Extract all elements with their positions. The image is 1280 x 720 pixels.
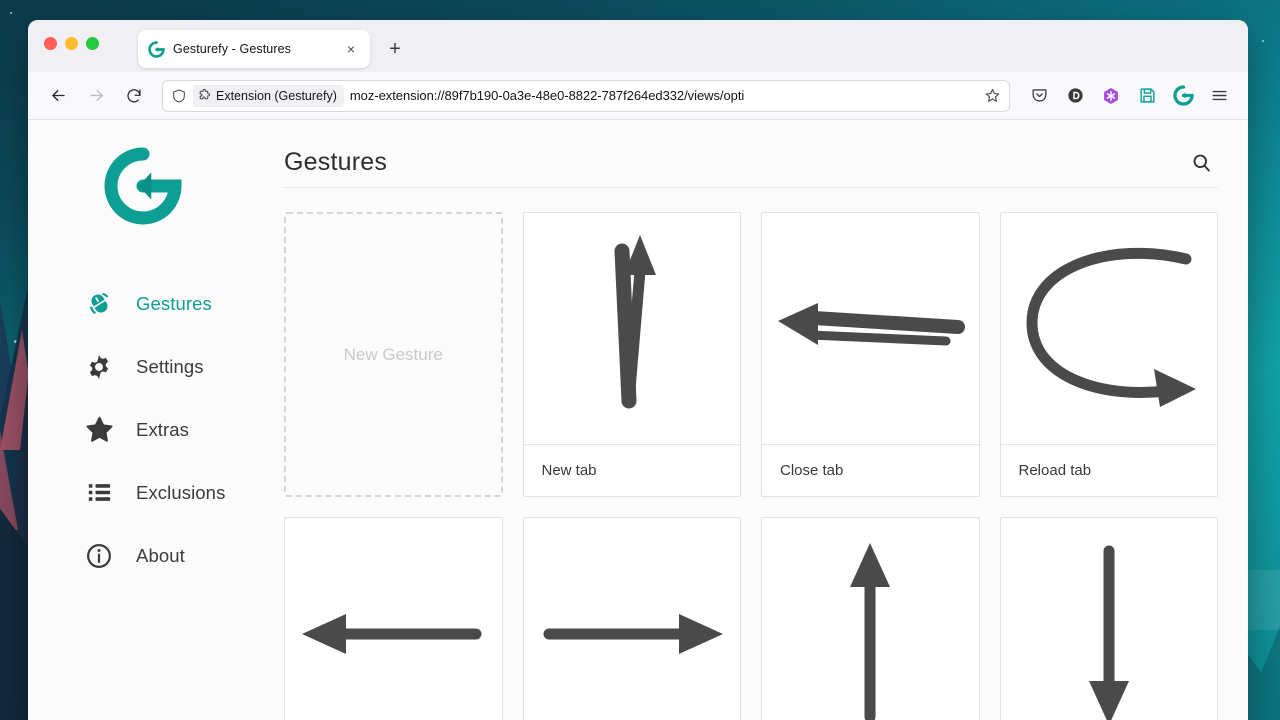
wallpaper-star bbox=[10, 12, 12, 14]
gesture-label: Close tab bbox=[762, 444, 979, 496]
extension-options-page: Gestures Settings Extras Exclusions Abou… bbox=[28, 120, 1248, 720]
extension-puzzle-icon bbox=[198, 88, 211, 104]
sidebar-item-label: Extras bbox=[136, 418, 190, 440]
star-icon bbox=[84, 415, 114, 445]
sidebar-item-label: About bbox=[136, 544, 185, 566]
sidebar-nav: Gestures Settings Extras Exclusions Abou… bbox=[28, 272, 258, 587]
new-gesture-label: New Gesture bbox=[343, 344, 443, 364]
purple-hexagon-icon[interactable] bbox=[1096, 81, 1126, 111]
list-icon bbox=[84, 478, 114, 508]
gesture-label: Reload tab bbox=[1000, 444, 1217, 496]
hamburger-menu-icon[interactable] bbox=[1204, 81, 1234, 111]
gesture-card[interactable]: Reload tab bbox=[999, 212, 1218, 497]
tab-title: Gesturefy - Gestures bbox=[173, 42, 292, 56]
gesturefy-g-icon bbox=[148, 40, 165, 58]
new-gesture-card[interactable]: New Gesture bbox=[284, 212, 503, 497]
close-window-button[interactable] bbox=[44, 37, 57, 50]
desktop-background: Gesturefy - Gestures × + Extension (Gest… bbox=[0, 0, 1280, 720]
info-circle-icon bbox=[84, 541, 114, 571]
arrow-left-icon bbox=[298, 604, 488, 664]
window-controls bbox=[44, 37, 99, 50]
url-text[interactable]: moz-extension://89f7b190-0a3e-48e0-8822-… bbox=[350, 88, 978, 103]
gesture-preview bbox=[1001, 518, 1218, 720]
sidebar-item-settings[interactable]: Settings bbox=[28, 335, 258, 398]
gesture-preview bbox=[1001, 213, 1218, 444]
sidebar-item-gestures[interactable]: Gestures bbox=[28, 272, 258, 335]
browser-window: Gesturefy - Gestures × + Extension (Gest… bbox=[28, 20, 1248, 720]
page-title: Gestures bbox=[284, 148, 388, 176]
pocket-icon[interactable] bbox=[1024, 81, 1054, 111]
arrow-down-icon bbox=[1079, 539, 1139, 720]
sidebar-item-label: Gestures bbox=[136, 292, 212, 314]
new-tab-button[interactable]: + bbox=[382, 36, 408, 62]
gesture-card[interactable]: New tab bbox=[522, 212, 741, 497]
maximize-window-button[interactable] bbox=[86, 37, 99, 50]
gesture-preview bbox=[524, 213, 741, 444]
gesture-card[interactable] bbox=[284, 517, 503, 720]
sidebar-item-label: Settings bbox=[136, 355, 204, 377]
gear-icon bbox=[84, 352, 114, 382]
gesture-label: New tab bbox=[523, 444, 740, 496]
shield-icon[interactable] bbox=[171, 88, 187, 104]
gesture-preview bbox=[285, 518, 502, 720]
search-icon[interactable] bbox=[1184, 146, 1218, 180]
minimize-window-button[interactable] bbox=[65, 37, 78, 50]
extension-chip-label: Extension (Gesturefy) bbox=[216, 88, 337, 103]
left-right-stroke-icon bbox=[770, 269, 970, 389]
gesture-card[interactable] bbox=[999, 517, 1218, 720]
save-page-floppy-icon[interactable] bbox=[1132, 81, 1162, 111]
dark-reader-icon[interactable] bbox=[1060, 81, 1090, 111]
arrow-right-icon bbox=[537, 604, 727, 664]
extension-identity-chip[interactable]: Extension (Gesturefy) bbox=[193, 84, 344, 107]
sidebar: Gestures Settings Extras Exclusions Abou… bbox=[28, 120, 258, 720]
gesture-preview bbox=[762, 213, 979, 444]
content-header: Gestures bbox=[284, 120, 1218, 188]
wallpaper-star bbox=[1262, 40, 1264, 42]
address-bar[interactable]: Extension (Gesturefy) moz-extension://89… bbox=[162, 79, 1010, 112]
gesturefy-logo bbox=[28, 146, 258, 226]
back-button[interactable] bbox=[42, 80, 74, 112]
browser-toolbar-icons bbox=[1024, 81, 1234, 111]
gesturefy-g-icon[interactable] bbox=[1168, 81, 1198, 111]
gesture-card[interactable]: Close tab bbox=[761, 212, 980, 497]
arrow-up-icon bbox=[840, 539, 900, 720]
gesture-preview bbox=[524, 518, 741, 720]
tab-strip: Gesturefy - Gestures × + bbox=[28, 20, 1248, 72]
gesture-card[interactable] bbox=[522, 517, 741, 720]
sidebar-item-label: Exclusions bbox=[136, 481, 226, 503]
forward-button[interactable] bbox=[80, 80, 112, 112]
browser-tab-active[interactable]: Gesturefy - Gestures × bbox=[138, 30, 370, 68]
main-content: Gestures New Gesture New tab Close tab R… bbox=[258, 120, 1248, 720]
navigation-toolbar: Extension (Gesturefy) moz-extension://89… bbox=[28, 72, 1248, 120]
sidebar-item-about[interactable]: About bbox=[28, 524, 258, 587]
gesture-card[interactable] bbox=[761, 517, 980, 720]
mouse-gesture-icon bbox=[84, 289, 114, 319]
sidebar-item-extras[interactable]: Extras bbox=[28, 398, 258, 461]
gesture-preview bbox=[762, 518, 979, 720]
down-up-stroke-icon bbox=[572, 229, 692, 429]
gesture-grid: New Gesture New tab Close tab Reload tab bbox=[284, 188, 1218, 720]
close-tab-button[interactable]: × bbox=[342, 40, 360, 58]
reload-button[interactable] bbox=[118, 80, 150, 112]
c-curve-arrow-icon bbox=[1014, 239, 1204, 419]
sidebar-item-exclusions[interactable]: Exclusions bbox=[28, 461, 258, 524]
star-outline-icon[interactable] bbox=[984, 87, 1001, 104]
